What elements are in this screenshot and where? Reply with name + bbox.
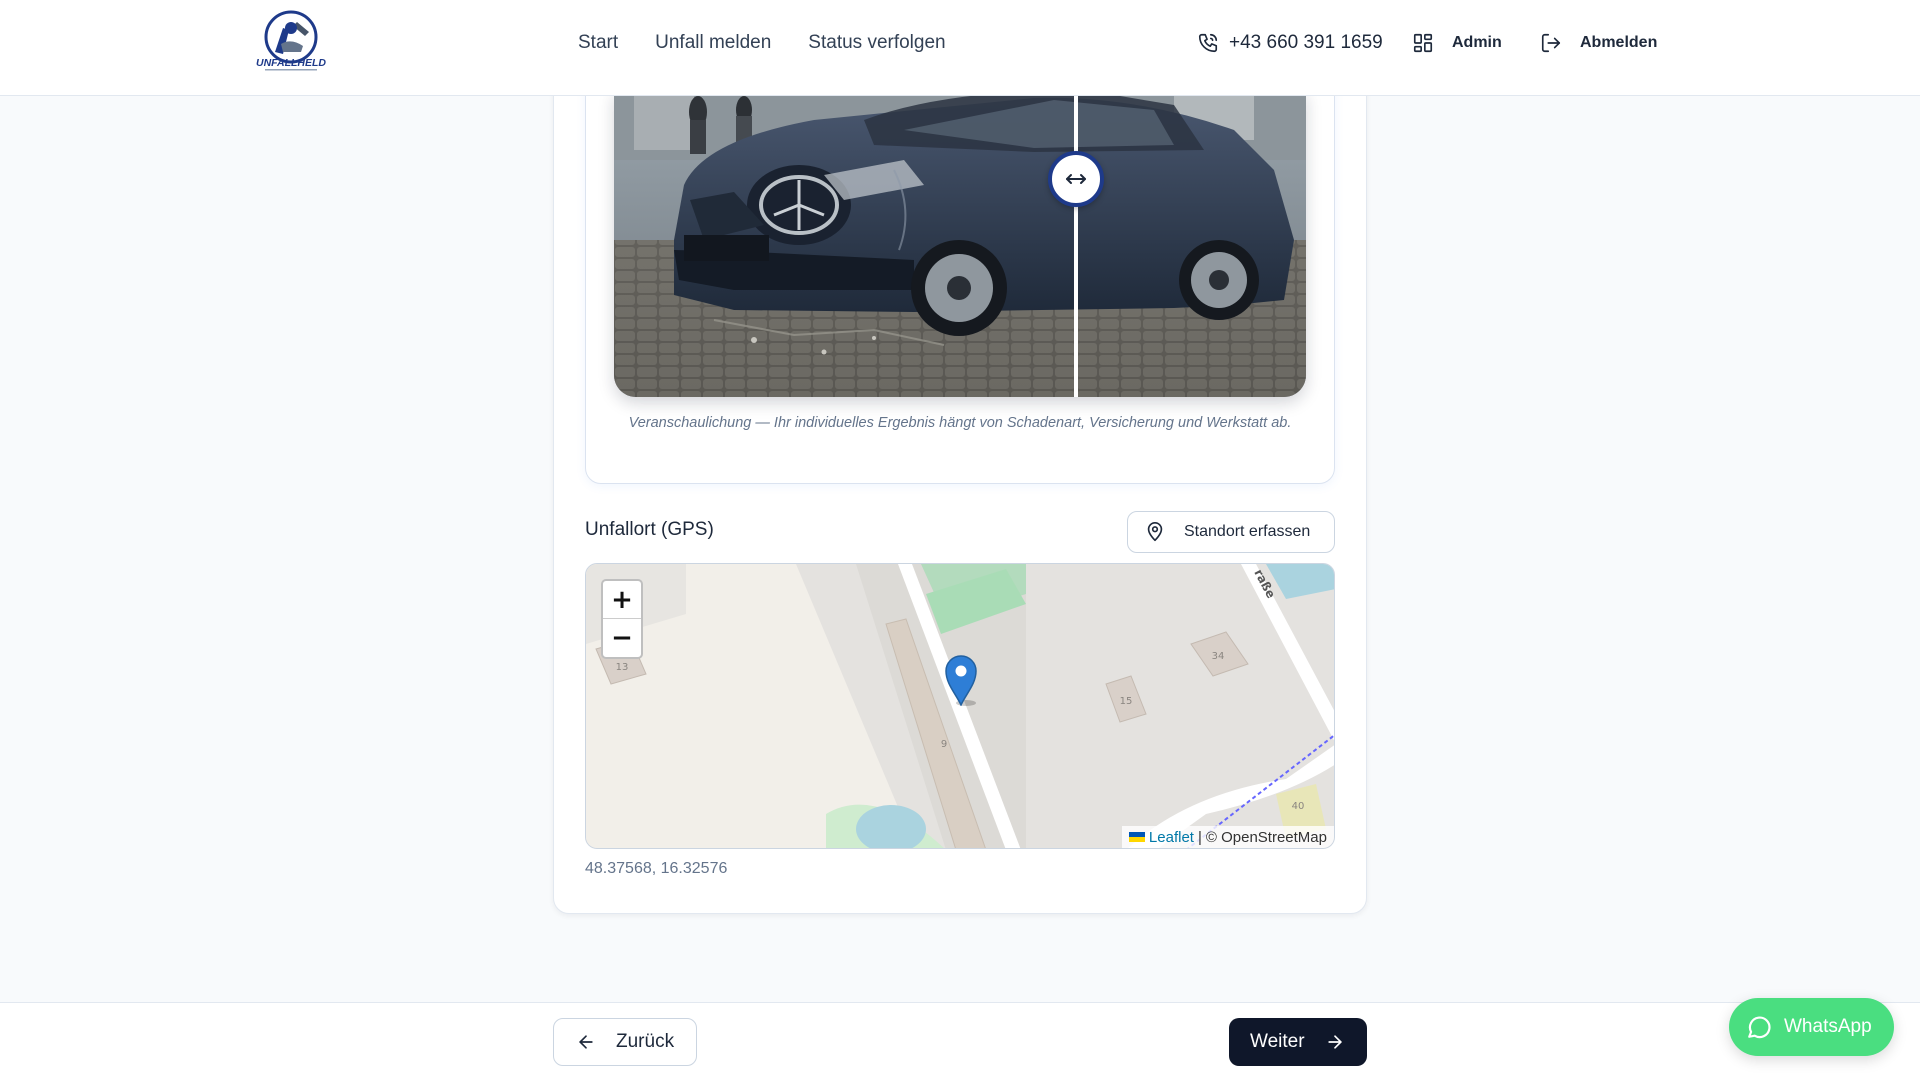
map-pin-icon — [1147, 522, 1163, 542]
house-number-34: 34 — [1212, 651, 1225, 662]
comparison-slider-handle[interactable] — [1048, 151, 1104, 207]
capture-location-label: Standort erfassen — [1184, 523, 1311, 540]
logo-text: UNFALLHELD — [256, 57, 326, 69]
gps-coordinates: 48.37568, 16.32576 — [585, 860, 728, 877]
dashboard-grid-icon — [1413, 33, 1433, 53]
location-map[interactable]: raße 13 9 15 34 40 + − Leaflet | © OpenS… — [585, 563, 1335, 849]
admin-label: Admin — [1452, 34, 1502, 51]
attribution-separator: | — [1197, 828, 1202, 846]
next-button[interactable]: Weiter — [1229, 1018, 1367, 1066]
house-number-40: 40 — [1292, 801, 1305, 812]
wizard-footer — [0, 1002, 1920, 1081]
nav-status-verfolgen[interactable]: Status verfolgen — [808, 32, 945, 54]
damaged-car-image — [614, 90, 1306, 397]
osm-attribution[interactable]: © OpenStreetMap — [1206, 829, 1327, 846]
house-number-13: 13 — [616, 662, 629, 673]
map-tiles[interactable]: raße 13 9 15 34 40 — [586, 564, 1335, 849]
zoom-out-button[interactable]: − — [603, 619, 641, 657]
ukraine-flag-icon — [1128, 832, 1145, 842]
arrow-left-icon — [579, 1035, 593, 1049]
logout-icon — [1541, 33, 1561, 53]
whatsapp-label: WhatsApp — [1784, 1016, 1872, 1037]
unfallheld-logo[interactable]: UNFALLHELD — [253, 8, 329, 74]
back-label: Zurück — [616, 1031, 675, 1052]
arrow-right-icon — [1327, 1035, 1342, 1049]
comparison-slider-line[interactable] — [1074, 90, 1078, 397]
comparison-caption: Veranschaulichung — Ihr individuelles Er… — [628, 415, 1292, 431]
leaflet-label: Leaflet — [1148, 828, 1194, 846]
logout-button[interactable]: Abmelden — [1540, 0, 1657, 86]
logo-mark-icon: UNFALLHELD — [256, 10, 326, 71]
map-attribution: Leaflet | © OpenStreetMap — [1121, 826, 1334, 848]
house-number-9: 9 — [941, 739, 947, 750]
phone-number: +43 660 391 1659 — [1229, 32, 1383, 53]
admin-button[interactable]: Admin — [1412, 0, 1502, 86]
location-label: Unfallort (GPS) — [585, 519, 714, 540]
main-nav: Start Unfall melden Status verfolgen — [578, 0, 946, 86]
chat-bubble-icon — [1748, 1016, 1771, 1039]
whatsapp-button[interactable]: WhatsApp — [1729, 998, 1894, 1056]
arrows-left-right-icon — [1066, 174, 1086, 184]
before-after-photo[interactable] — [614, 90, 1306, 397]
back-button[interactable]: Zurück — [553, 1018, 697, 1066]
next-label: Weiter — [1250, 1031, 1305, 1052]
leaflet-link[interactable]: Leaflet — [1128, 828, 1194, 846]
house-number-15: 15 — [1120, 696, 1133, 707]
logout-label: Abmelden — [1580, 34, 1658, 51]
phone-icon — [1198, 33, 1218, 53]
nav-start[interactable]: Start — [578, 32, 618, 54]
site-header: UNFALLHELD Start Unfall melden Status ve… — [0, 0, 1920, 96]
map-zoom-control: + − — [601, 579, 643, 659]
capture-location-button[interactable]: Standort erfassen — [1127, 511, 1335, 553]
phone-link[interactable]: +43 660 391 1659 — [1197, 0, 1383, 86]
zoom-in-button[interactable]: + — [603, 581, 641, 619]
map-marker-icon[interactable] — [944, 654, 978, 706]
nav-unfall-melden[interactable]: Unfall melden — [655, 32, 771, 54]
